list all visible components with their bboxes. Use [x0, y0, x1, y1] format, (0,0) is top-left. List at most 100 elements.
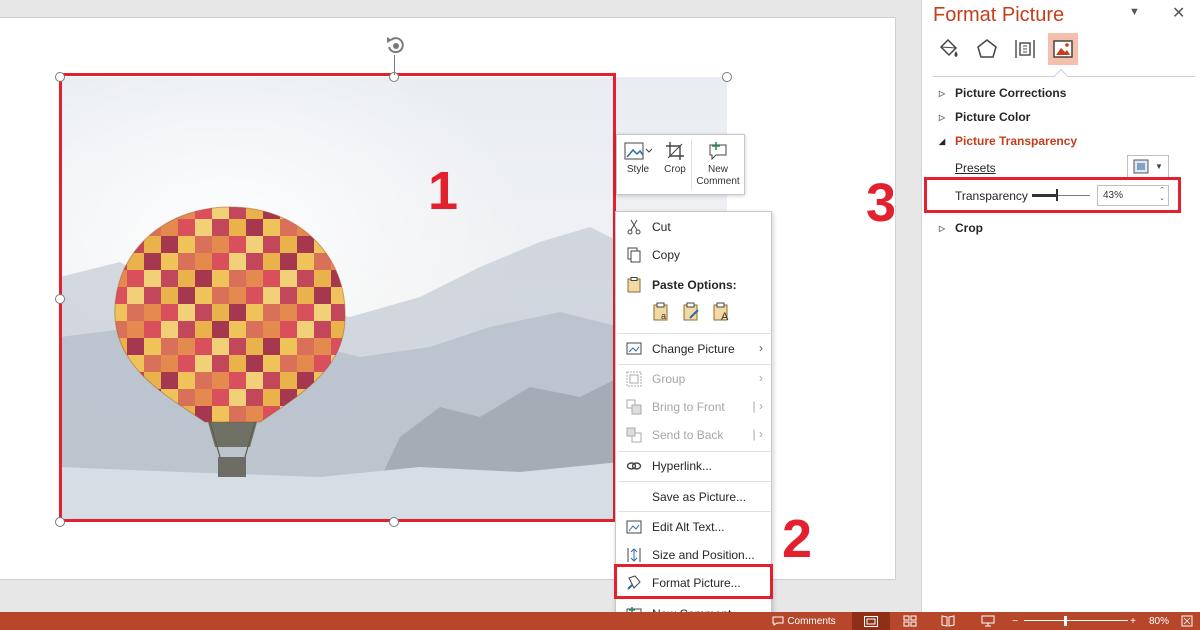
balloon-panel — [195, 338, 212, 355]
svg-text:a: a — [661, 311, 666, 321]
menu-item-format-picture[interactable]: Format Picture... — [616, 571, 771, 595]
tab-effects[interactable] — [972, 33, 1002, 65]
format-picture-icon — [627, 575, 641, 590]
balloon-panel — [144, 270, 161, 287]
balloon-panel — [280, 304, 297, 321]
section-crop[interactable]: ▷ Crop — [939, 221, 983, 235]
size-position-icon — [627, 548, 641, 562]
balloon-panel — [246, 253, 263, 270]
presets-label: Presets — [955, 161, 996, 175]
balloon-panel — [280, 338, 297, 355]
balloon-panel — [178, 219, 195, 236]
slide-sorter-button[interactable] — [894, 612, 926, 630]
presets-dropdown[interactable]: ▼ — [1127, 155, 1169, 178]
menu-item-bring-to-front[interactable]: Bring to Front | › — [616, 395, 771, 419]
resize-handle-tl[interactable] — [55, 72, 65, 82]
copy-icon — [627, 247, 641, 263]
slide-show-button[interactable] — [972, 612, 1004, 630]
new-comment-icon — [709, 142, 727, 161]
collapse-arrow-icon: ◢ — [939, 136, 946, 146]
balloon-panel — [161, 287, 178, 304]
balloon-panel — [161, 372, 178, 389]
menu-item-hyperlink[interactable]: Hyperlink... — [616, 454, 771, 478]
menu-item-group[interactable]: Group › — [616, 367, 771, 391]
balloon-panel — [178, 321, 195, 338]
menu-label-save-as-picture: Save as Picture... — [652, 490, 747, 504]
paste-keep-text-only-icon[interactable]: A — [712, 302, 732, 322]
pentagon-icon — [977, 39, 997, 58]
tab-size-properties[interactable] — [1010, 33, 1040, 65]
menu-item-save-as-picture[interactable]: Save as Picture... — [616, 485, 771, 509]
balloon-panel — [161, 270, 178, 287]
fit-window-icon — [1181, 615, 1193, 627]
balloon-panel — [212, 321, 229, 338]
section-label-color: Picture Color — [955, 110, 1031, 124]
status-bar: Comments − + 80% — [0, 612, 1200, 630]
balloon-panel — [178, 253, 195, 270]
resize-handle-l[interactable] — [55, 294, 65, 304]
balloon-panel — [229, 219, 246, 236]
pane-options-chevron-icon[interactable]: ▼ — [1129, 6, 1140, 18]
balloon-panel — [314, 338, 331, 355]
comment-icon — [772, 616, 784, 626]
zoom-in-button[interactable]: + — [1126, 612, 1140, 630]
reading-view-button[interactable] — [932, 612, 964, 630]
balloon-panel — [178, 236, 195, 253]
normal-view-button[interactable] — [852, 612, 890, 630]
menu-item-edit-alt-text[interactable]: Edit Alt Text... — [616, 515, 771, 539]
crop-button[interactable]: Crop — [659, 135, 691, 194]
balloon-panel — [195, 270, 212, 287]
expand-arrow-icon: ▷ — [939, 112, 946, 122]
balloon-panel — [212, 355, 229, 372]
balloon-panel — [229, 338, 246, 355]
balloon-panel — [263, 355, 280, 372]
comments-label: Comments — [787, 615, 836, 627]
balloon-panel — [161, 253, 178, 270]
rotate-handle-icon[interactable] — [383, 33, 407, 57]
tab-picture[interactable] — [1048, 33, 1078, 65]
comments-button[interactable]: Comments — [766, 612, 842, 630]
balloon-panel — [178, 287, 195, 304]
balloon-panel — [144, 253, 161, 270]
menu-item-send-to-back[interactable]: Send to Back | › — [616, 423, 771, 447]
balloon-panel — [144, 338, 161, 355]
section-picture-transparency[interactable]: ◢ Picture Transparency — [939, 134, 1077, 148]
tab-fill-line[interactable] — [934, 33, 964, 65]
section-picture-color[interactable]: ▷ Picture Color — [939, 110, 1030, 124]
balloon-panel — [297, 236, 314, 253]
resize-handle-bl[interactable] — [55, 517, 65, 527]
menu-item-size-and-position[interactable]: Size and Position... — [616, 543, 771, 567]
crop-icon — [666, 142, 684, 160]
resize-handle-tr[interactable] — [722, 72, 732, 82]
resize-handle-b[interactable] — [389, 517, 399, 527]
clipboard-icon — [627, 277, 641, 293]
zoom-out-button[interactable]: − — [1008, 612, 1022, 630]
menu-label-bring-to-front: Bring to Front — [652, 400, 725, 414]
zoom-slider[interactable] — [1024, 612, 1128, 630]
zoom-level[interactable]: 80% — [1146, 612, 1172, 630]
bring-to-front-icon — [626, 399, 642, 415]
paste-keep-source-formatting-icon[interactable] — [682, 302, 702, 322]
balloon-panel — [229, 389, 246, 406]
section-picture-corrections[interactable]: ▷ Picture Corrections — [939, 86, 1066, 100]
rotate-connector — [394, 55, 395, 75]
new-comment-button[interactable]: New Comment — [692, 135, 744, 194]
transparency-highlight-box — [924, 177, 1181, 213]
balloon-panel — [229, 270, 246, 287]
fit-to-window-button[interactable] — [1178, 612, 1196, 630]
menu-item-change-picture[interactable]: Change Picture › — [616, 337, 771, 361]
balloon-panel — [161, 236, 178, 253]
balloon-panel — [195, 236, 212, 253]
balloon-panel — [263, 270, 280, 287]
balloon-panel — [195, 389, 212, 406]
menu-item-cut[interactable]: Cut — [616, 215, 771, 239]
balloon-panel — [127, 270, 144, 287]
pane-close-icon[interactable]: ✕ — [1172, 3, 1185, 23]
menu-item-copy[interactable]: Copy — [616, 243, 771, 267]
submenu-arrow-icon: › — [759, 371, 763, 385]
zoom-slider-thumb[interactable] — [1064, 616, 1067, 626]
style-button[interactable]: Style — [617, 135, 659, 194]
menu-label-group: Group — [652, 372, 686, 386]
balloon-panel — [212, 338, 229, 355]
paste-use-destination-theme-icon[interactable]: a — [652, 302, 672, 322]
